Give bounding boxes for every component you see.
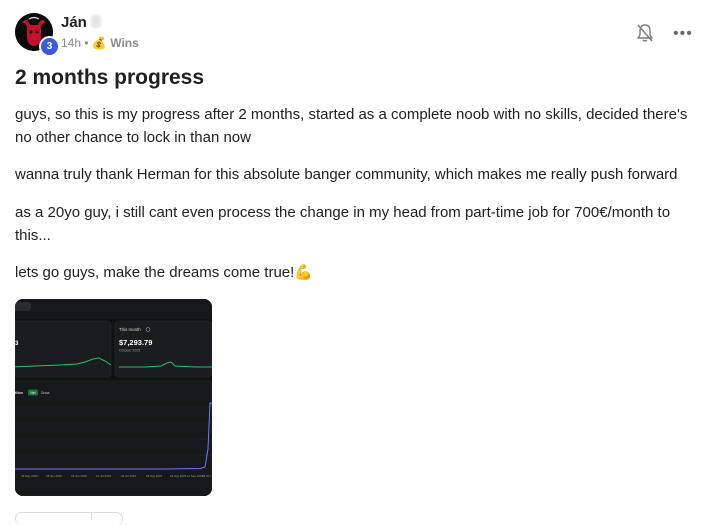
svg-text:26 Aug 2025: 26 Aug 2025: [170, 474, 187, 478]
post-paragraph-1: guys, so this is my progress after 2 mon…: [15, 106, 688, 146]
more-dots-icon[interactable]: •••: [673, 26, 693, 42]
author-name-text[interactable]: Ján: [61, 14, 87, 31]
post-title: 2 months progress: [15, 66, 205, 89]
svg-text:tline: tline: [15, 390, 24, 395]
svg-text:08 Aug 2025: 08 Aug 2025: [146, 474, 163, 478]
dashboard-big-chart: [15, 380, 212, 496]
dashboard-card-left: [15, 320, 112, 378]
category-label[interactable]: Wins: [110, 36, 139, 50]
reaction-bar[interactable]: [15, 512, 123, 525]
post-meta: 14h • 💰 Wins: [61, 36, 139, 50]
card-amount: $7,293.79: [119, 338, 152, 347]
svg-text:Net: Net: [31, 391, 36, 395]
svg-text:24 Jun 2025: 24 Jun 2025: [71, 474, 87, 478]
card-label: This month: [119, 327, 141, 332]
post-header: 3 Ján 14h • 💰 Wins •••: [15, 11, 705, 57]
svg-text:26 Jul 2025: 26 Jul 2025: [121, 474, 136, 478]
svg-text:08 Jun 2025: 08 Jun 2025: [46, 474, 62, 478]
level-badge: 3: [39, 36, 60, 57]
money-bag-icon: 💰: [91, 36, 107, 50]
post-time[interactable]: 14h: [61, 36, 81, 50]
post-paragraph-3: as a 20yo guy, i still cant even process…: [15, 204, 671, 244]
redacted-name: [90, 15, 101, 28]
svg-text:Gross: Gross: [41, 391, 50, 395]
author-name[interactable]: Ján: [61, 14, 101, 31]
post-paragraph-4: lets go guys, make the dreams come true!…: [15, 264, 313, 281]
card-period: October 2025: [119, 349, 140, 353]
reaction-divider: [91, 512, 92, 520]
meta-separator: •: [84, 36, 89, 50]
svg-text:08 Oct: 08 Oct: [202, 474, 211, 478]
dashboard-select: [15, 302, 31, 311]
svg-text:23 May 2025: 23 May 2025: [21, 474, 38, 478]
svg-text:10 Jul 2025: 10 Jul 2025: [96, 474, 111, 478]
post-paragraph-2: wanna truly thank Herman for this absolu…: [15, 166, 678, 183]
bell-off-icon[interactable]: [636, 23, 654, 43]
attachment-image[interactable]: 3 This month $7,293.79 October 2025 tlin…: [15, 299, 212, 496]
